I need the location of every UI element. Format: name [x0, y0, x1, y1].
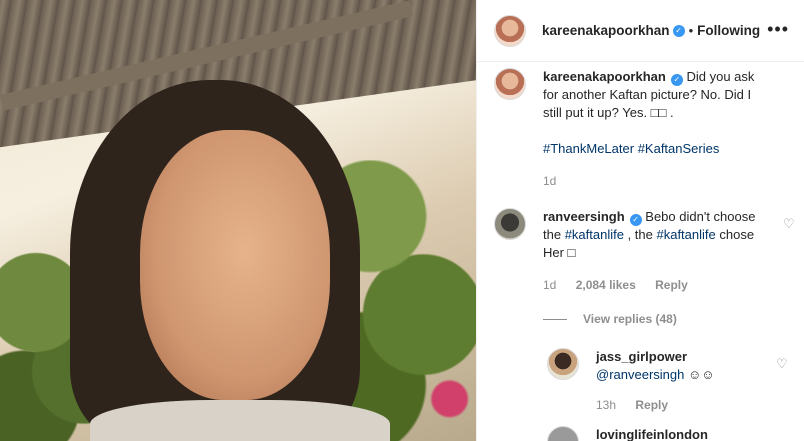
post-header: kareenakapoorkhan ✓ • Following ••• — [477, 0, 804, 62]
view-replies-line — [543, 318, 567, 320]
reply: jass_girlpower @ranveersingh ☺☺ 13h Repl… — [547, 348, 788, 414]
reply-avatar[interactable] — [547, 348, 579, 380]
reply-partial-avatar[interactable] — [547, 426, 579, 441]
photo-face — [140, 130, 330, 400]
heart-outline-icon[interactable]: ♡ — [776, 356, 788, 371]
header-separator: • — [688, 23, 694, 38]
hashtag-kaftanseries[interactable]: #KaftanSeries — [638, 141, 720, 156]
hashtag-kaftanlife-2[interactable]: #kaftanlife — [656, 227, 715, 242]
caption-username[interactable]: kareenakapoorkhan — [543, 69, 666, 84]
reply-time[interactable]: 13h — [596, 398, 616, 412]
comment-avatar[interactable] — [494, 208, 526, 240]
reply-body: jass_girlpower @ranveersingh ☺☺ 13h Repl… — [596, 348, 776, 414]
reply-partial: lovinglifeinlondon — [547, 426, 788, 441]
reply-reply-button[interactable]: Reply — [635, 398, 668, 412]
comment-time[interactable]: 1d — [543, 278, 556, 292]
post-side-panel: kareenakapoorkhan ✓ • Following ••• kare… — [476, 0, 804, 441]
reply-mention[interactable]: @ranveersingh — [596, 367, 684, 382]
verified-badge-icon: ✓ — [672, 24, 685, 37]
comment-text-part-2: , the — [623, 227, 657, 242]
photo-body — [90, 400, 390, 441]
comment-reply-button[interactable]: Reply — [655, 278, 688, 292]
more-options-icon[interactable]: ••• — [767, 20, 789, 38]
reply-text: ☺☺ — [684, 367, 715, 382]
reply-username[interactable]: jass_girlpower — [596, 349, 687, 364]
author-username[interactable]: kareenakapoorkhan — [542, 23, 670, 38]
verified-badge-icon: ✓ — [670, 74, 683, 86]
caption-body: kareenakapoorkhan ✓ Did you ask for anoth… — [543, 68, 773, 190]
caption: kareenakapoorkhan ✓ Did you ask for anoth… — [494, 68, 789, 190]
verified-badge-icon: ✓ — [629, 214, 642, 226]
caption-time[interactable]: 1d — [543, 174, 556, 188]
hashtag-kaftanlife[interactable]: #kaftanlife — [565, 227, 624, 242]
reply-partial-username[interactable]: lovinglifeinlondon — [596, 427, 708, 441]
view-replies-label: View replies (48) — [583, 312, 677, 326]
comment-body: ranveersingh ✓ Bebo didn't choose the #ka… — [543, 208, 773, 294]
comments-list[interactable]: kareenakapoorkhan ✓ Did you ask for anoth… — [477, 62, 804, 441]
reply-partial-body: lovinglifeinlondon — [596, 426, 776, 441]
following-button[interactable]: Following — [697, 23, 760, 38]
comment-likes[interactable]: 2,084 likes — [576, 278, 636, 292]
comment-username[interactable]: ranveersingh — [543, 209, 625, 224]
post-photo[interactable] — [0, 0, 476, 441]
author-avatar[interactable] — [494, 14, 526, 47]
caption-avatar[interactable] — [494, 68, 526, 100]
hashtag-thankmelater[interactable]: #ThankMeLater — [543, 141, 634, 156]
heart-outline-icon[interactable]: ♡ — [783, 216, 795, 231]
view-replies-button[interactable]: View replies (48) — [543, 312, 677, 326]
comment: ranveersingh ✓ Bebo didn't choose the #ka… — [494, 208, 804, 294]
